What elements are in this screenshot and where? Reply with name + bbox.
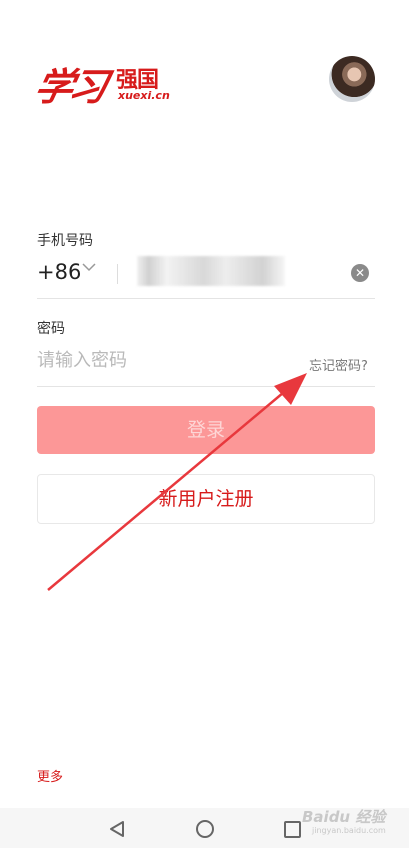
watermark-url: jingyan.baidu.com (312, 826, 386, 835)
triangle-back-icon[interactable] (108, 820, 126, 838)
country-code[interactable]: +86 (37, 260, 81, 284)
square-recent-icon[interactable] (284, 821, 301, 838)
phone-number-value[interactable] (137, 256, 285, 286)
password-input[interactable] (37, 346, 287, 374)
logo-url: xuexi.cn (118, 89, 170, 102)
phone-label: 手机号码 (37, 233, 93, 249)
avatar[interactable] (329, 56, 375, 102)
phone-field[interactable]: +86 ✕ (37, 254, 375, 294)
password-label: 密码 (37, 321, 65, 337)
watermark-text: Baidu 经验 (302, 808, 386, 826)
app-logo: 学习 强国 xuexi.cn (31, 60, 170, 110)
circle-home-icon[interactable] (196, 820, 214, 838)
login-button[interactable]: 登录 (37, 406, 375, 454)
phone-underline (37, 298, 375, 299)
password-underline (37, 386, 375, 387)
chevron-down-icon[interactable] (82, 260, 96, 274)
forgot-password-link[interactable]: 忘记密码? (309, 355, 368, 374)
more-link[interactable]: 更多 (37, 766, 63, 785)
clear-icon[interactable]: ✕ (351, 264, 369, 282)
register-button[interactable]: 新用户注册 (37, 474, 375, 524)
divider (117, 264, 118, 284)
logo-calligraphy: 学习 (30, 64, 109, 109)
